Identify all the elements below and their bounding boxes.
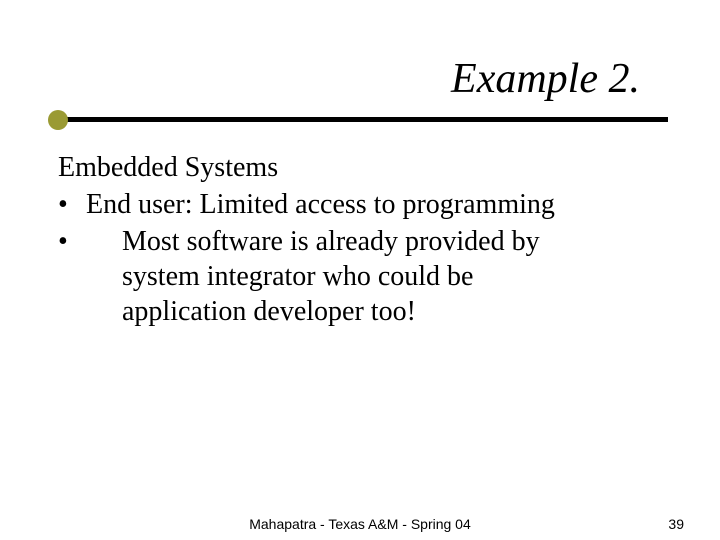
- bullet-level-1: • End user: Limited access to programmin…: [58, 187, 660, 222]
- bullet-dot-icon: •: [58, 224, 76, 329]
- slide-title: Example 2.: [0, 55, 640, 103]
- bullet-dot-icon: •: [58, 187, 76, 222]
- body-heading: Embedded Systems: [58, 150, 660, 185]
- accent-dot-icon: [48, 110, 68, 130]
- bullet-text: Most software is already provided by sys…: [122, 224, 582, 329]
- title-underline: [52, 117, 668, 122]
- slide-body: Embedded Systems • End user: Limited acc…: [0, 122, 720, 329]
- page-number: 39: [668, 516, 684, 532]
- horizontal-rule: [52, 117, 668, 122]
- footer-text: Mahapatra - Texas A&M - Spring 04: [0, 516, 720, 532]
- bullet-indent: [76, 224, 122, 329]
- bullet-text: End user: Limited access to programming: [86, 187, 555, 222]
- bullet-level-2: • Most software is already provided by s…: [58, 224, 660, 329]
